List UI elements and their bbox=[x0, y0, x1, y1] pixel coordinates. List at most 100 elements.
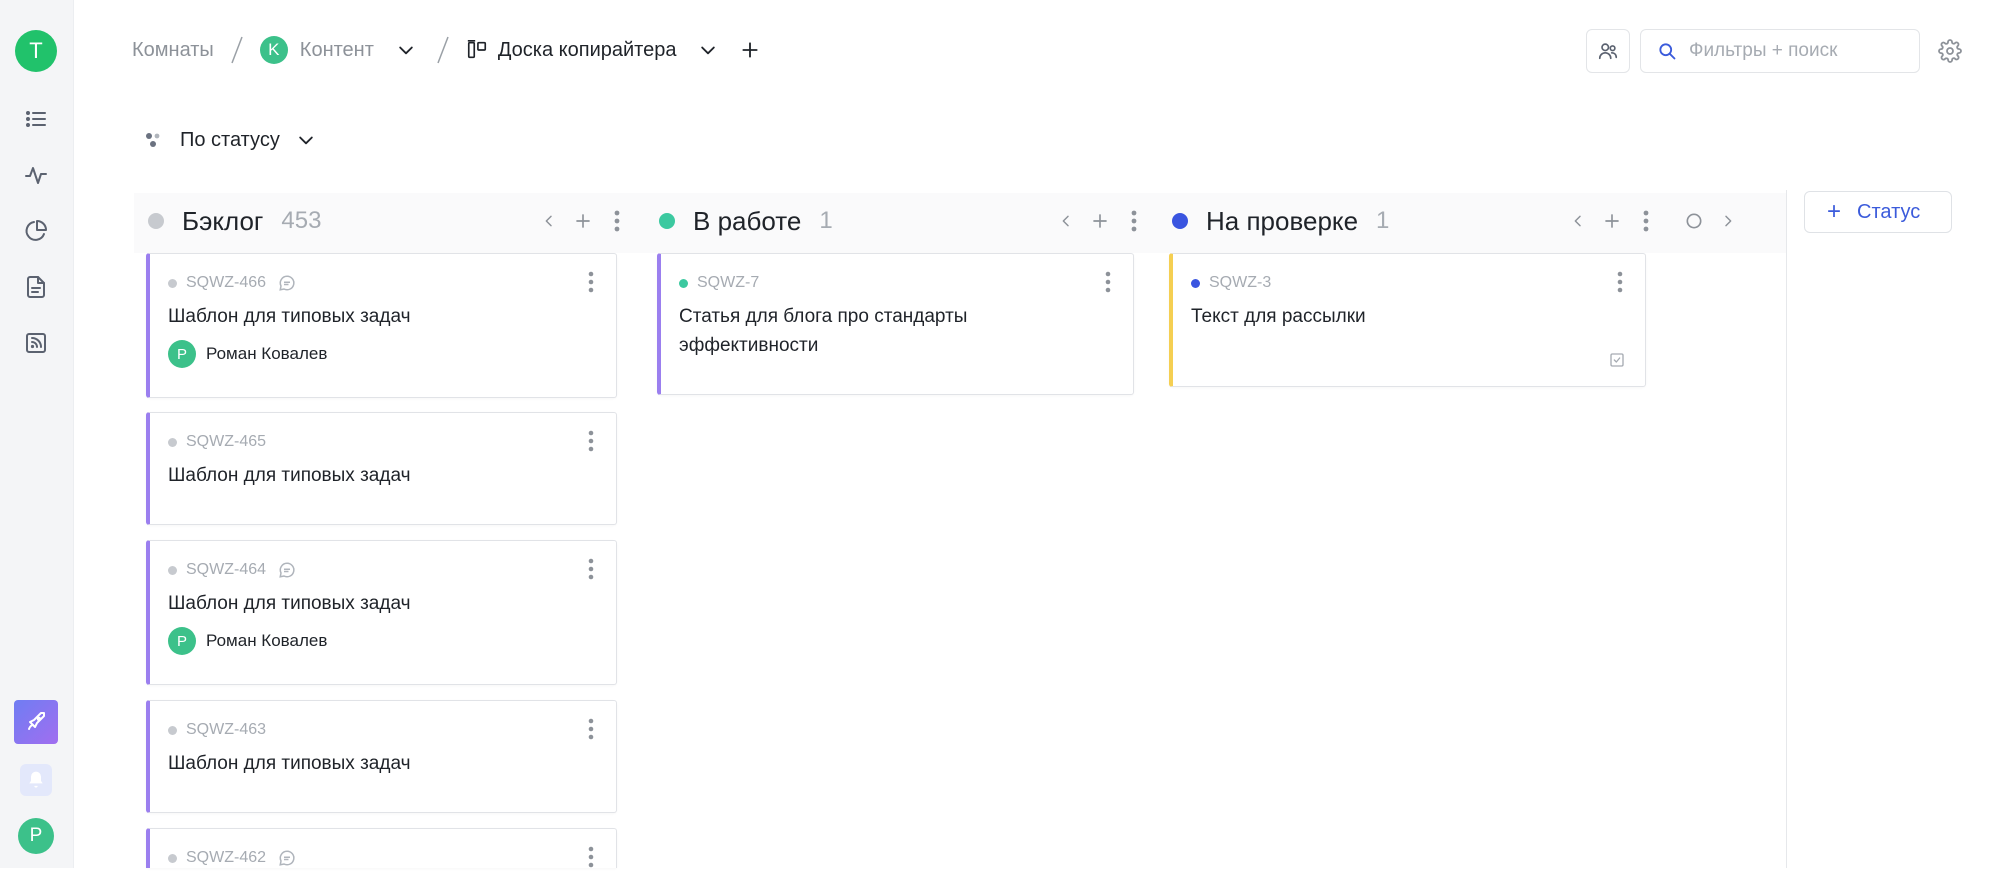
more-vertical-icon[interactable] bbox=[584, 843, 598, 871]
more-vertical-icon[interactable] bbox=[1613, 268, 1627, 296]
add-board-plus-icon[interactable] bbox=[736, 36, 764, 64]
pie-chart-icon[interactable] bbox=[21, 216, 51, 246]
status-dot bbox=[1191, 278, 1200, 288]
column-divider bbox=[1786, 190, 1787, 868]
column-header-review: На проверке 1 bbox=[1172, 196, 1389, 246]
column-title: В работе bbox=[693, 205, 802, 236]
column-actions bbox=[1049, 204, 1151, 238]
column-title: Бэклог bbox=[182, 205, 264, 236]
task-id[interactable]: SQWZ-3 bbox=[1209, 274, 1271, 292]
more-vertical-icon[interactable] bbox=[600, 204, 634, 238]
more-vertical-icon[interactable] bbox=[584, 715, 598, 743]
members-button[interactable] bbox=[1586, 29, 1630, 73]
status-dot bbox=[148, 213, 164, 229]
slash-separator bbox=[231, 36, 243, 64]
chevron-right-icon[interactable] bbox=[1711, 204, 1745, 238]
task-card[interactable]: SQWZ-466 Шаблон для типовых задач Р Роман… bbox=[146, 253, 617, 398]
status-dot bbox=[1172, 213, 1188, 229]
avatar: Р bbox=[168, 340, 196, 368]
chevron-left-icon[interactable] bbox=[532, 204, 566, 238]
space-avatar: K bbox=[259, 36, 288, 64]
task-id[interactable]: SQWZ-462 bbox=[186, 849, 266, 867]
task-card[interactable]: SQWZ-463 Шаблон для типовых задач bbox=[146, 700, 617, 813]
status-dot bbox=[679, 278, 688, 288]
column-count: 1 bbox=[1376, 207, 1390, 234]
column-actions bbox=[1561, 204, 1745, 238]
status-dot bbox=[168, 853, 177, 863]
users-icon bbox=[1598, 43, 1618, 60]
chevron-left-icon[interactable] bbox=[1561, 204, 1595, 238]
status-dot bbox=[168, 725, 177, 735]
more-vertical-icon[interactable] bbox=[1629, 204, 1663, 238]
avatar: Р bbox=[168, 627, 196, 655]
task-title[interactable]: Шаблон для типовых задач bbox=[168, 302, 576, 331]
task-card[interactable]: SQWZ-465 Шаблон для типовых задач bbox=[146, 412, 617, 525]
columns-header-strip bbox=[134, 193, 1786, 253]
add-status-button[interactable]: + Статус bbox=[1804, 191, 1952, 233]
board-icon bbox=[466, 39, 488, 61]
more-vertical-icon[interactable] bbox=[1117, 204, 1151, 238]
status-dot bbox=[168, 278, 177, 288]
status-dot bbox=[168, 565, 177, 575]
search-input[interactable] bbox=[1689, 40, 1909, 62]
add-card-plus-icon[interactable] bbox=[1083, 204, 1117, 238]
chevron-left-icon[interactable] bbox=[1049, 204, 1083, 238]
task-title[interactable]: Статья для блога про стандарты эффективн… bbox=[679, 302, 1093, 360]
workspace-avatar[interactable]: T bbox=[15, 30, 57, 72]
more-vertical-icon[interactable] bbox=[584, 268, 598, 296]
column-title: На проверке bbox=[1206, 205, 1359, 236]
task-title[interactable]: Шаблон для типовых задач bbox=[168, 461, 576, 490]
left-rail: T Р bbox=[0, 0, 74, 868]
breadcrumb-rooms[interactable]: Комнаты bbox=[132, 39, 214, 62]
column-actions bbox=[532, 204, 634, 238]
document-icon[interactable] bbox=[21, 272, 51, 302]
breadcrumb-board[interactable]: Доска копирайтера bbox=[498, 39, 677, 62]
circle-icon[interactable] bbox=[1677, 204, 1711, 238]
add-status-label: Статус bbox=[1857, 200, 1921, 223]
task-id[interactable]: SQWZ-466 bbox=[186, 274, 266, 292]
gear-icon[interactable] bbox=[1935, 36, 1965, 66]
add-card-plus-icon[interactable] bbox=[1595, 204, 1629, 238]
breadcrumb: Комнаты K Контент Доска копирайтера bbox=[132, 30, 764, 70]
task-title[interactable]: Шаблон для типовых задач bbox=[168, 749, 576, 778]
breadcrumb-space[interactable]: Контент bbox=[300, 39, 374, 62]
more-vertical-icon[interactable] bbox=[1101, 268, 1115, 296]
assignee[interactable]: Р Роман Ковалев bbox=[168, 627, 327, 655]
assignee-name: Роман Ковалев bbox=[206, 344, 328, 363]
chevron-down-icon[interactable] bbox=[694, 36, 722, 64]
task-id[interactable]: SQWZ-463 bbox=[186, 721, 266, 739]
column-count: 1 bbox=[819, 207, 833, 234]
comment-icon bbox=[278, 849, 296, 867]
column-count: 453 bbox=[281, 207, 322, 234]
more-vertical-icon[interactable] bbox=[584, 427, 598, 455]
task-id[interactable]: SQWZ-465 bbox=[186, 433, 266, 451]
task-card[interactable]: SQWZ-3 Текст для рассылки bbox=[1169, 253, 1646, 387]
task-title[interactable]: Шаблон для типовых задач bbox=[168, 589, 576, 618]
assignee[interactable]: Р Роман Ковалев bbox=[168, 340, 327, 368]
task-card[interactable]: SQWZ-462 bbox=[146, 828, 617, 868]
checklist-icon bbox=[1609, 352, 1625, 368]
comment-icon bbox=[278, 274, 296, 292]
slash-separator bbox=[437, 36, 449, 64]
comment-icon bbox=[278, 561, 296, 579]
add-card-plus-icon[interactable] bbox=[566, 204, 600, 238]
group-by-selector[interactable]: По статусу bbox=[144, 124, 316, 156]
column-header-in-progress: В работе 1 bbox=[659, 196, 833, 246]
task-title[interactable]: Текст для рассылки bbox=[1191, 302, 1605, 331]
chevron-down-icon[interactable] bbox=[392, 36, 420, 64]
task-id[interactable]: SQWZ-7 bbox=[697, 274, 759, 292]
column-header-backlog: Бэклог 453 bbox=[148, 196, 321, 246]
rocket-icon[interactable] bbox=[14, 700, 58, 744]
more-vertical-icon[interactable] bbox=[584, 555, 598, 583]
activity-icon[interactable] bbox=[21, 160, 51, 190]
task-card[interactable]: SQWZ-464 Шаблон для типовых задач Р Роман… bbox=[146, 540, 617, 685]
group-dots-icon bbox=[146, 133, 160, 147]
bell-icon[interactable] bbox=[20, 764, 52, 796]
status-dot bbox=[659, 213, 675, 229]
user-avatar[interactable]: Р bbox=[18, 818, 54, 854]
task-id[interactable]: SQWZ-464 bbox=[186, 561, 266, 579]
rss-icon[interactable] bbox=[21, 328, 51, 358]
search-field[interactable] bbox=[1640, 29, 1920, 73]
list-icon[interactable] bbox=[21, 104, 51, 134]
task-card[interactable]: SQWZ-7 Статья для блога про стандарты эф… bbox=[657, 253, 1134, 395]
